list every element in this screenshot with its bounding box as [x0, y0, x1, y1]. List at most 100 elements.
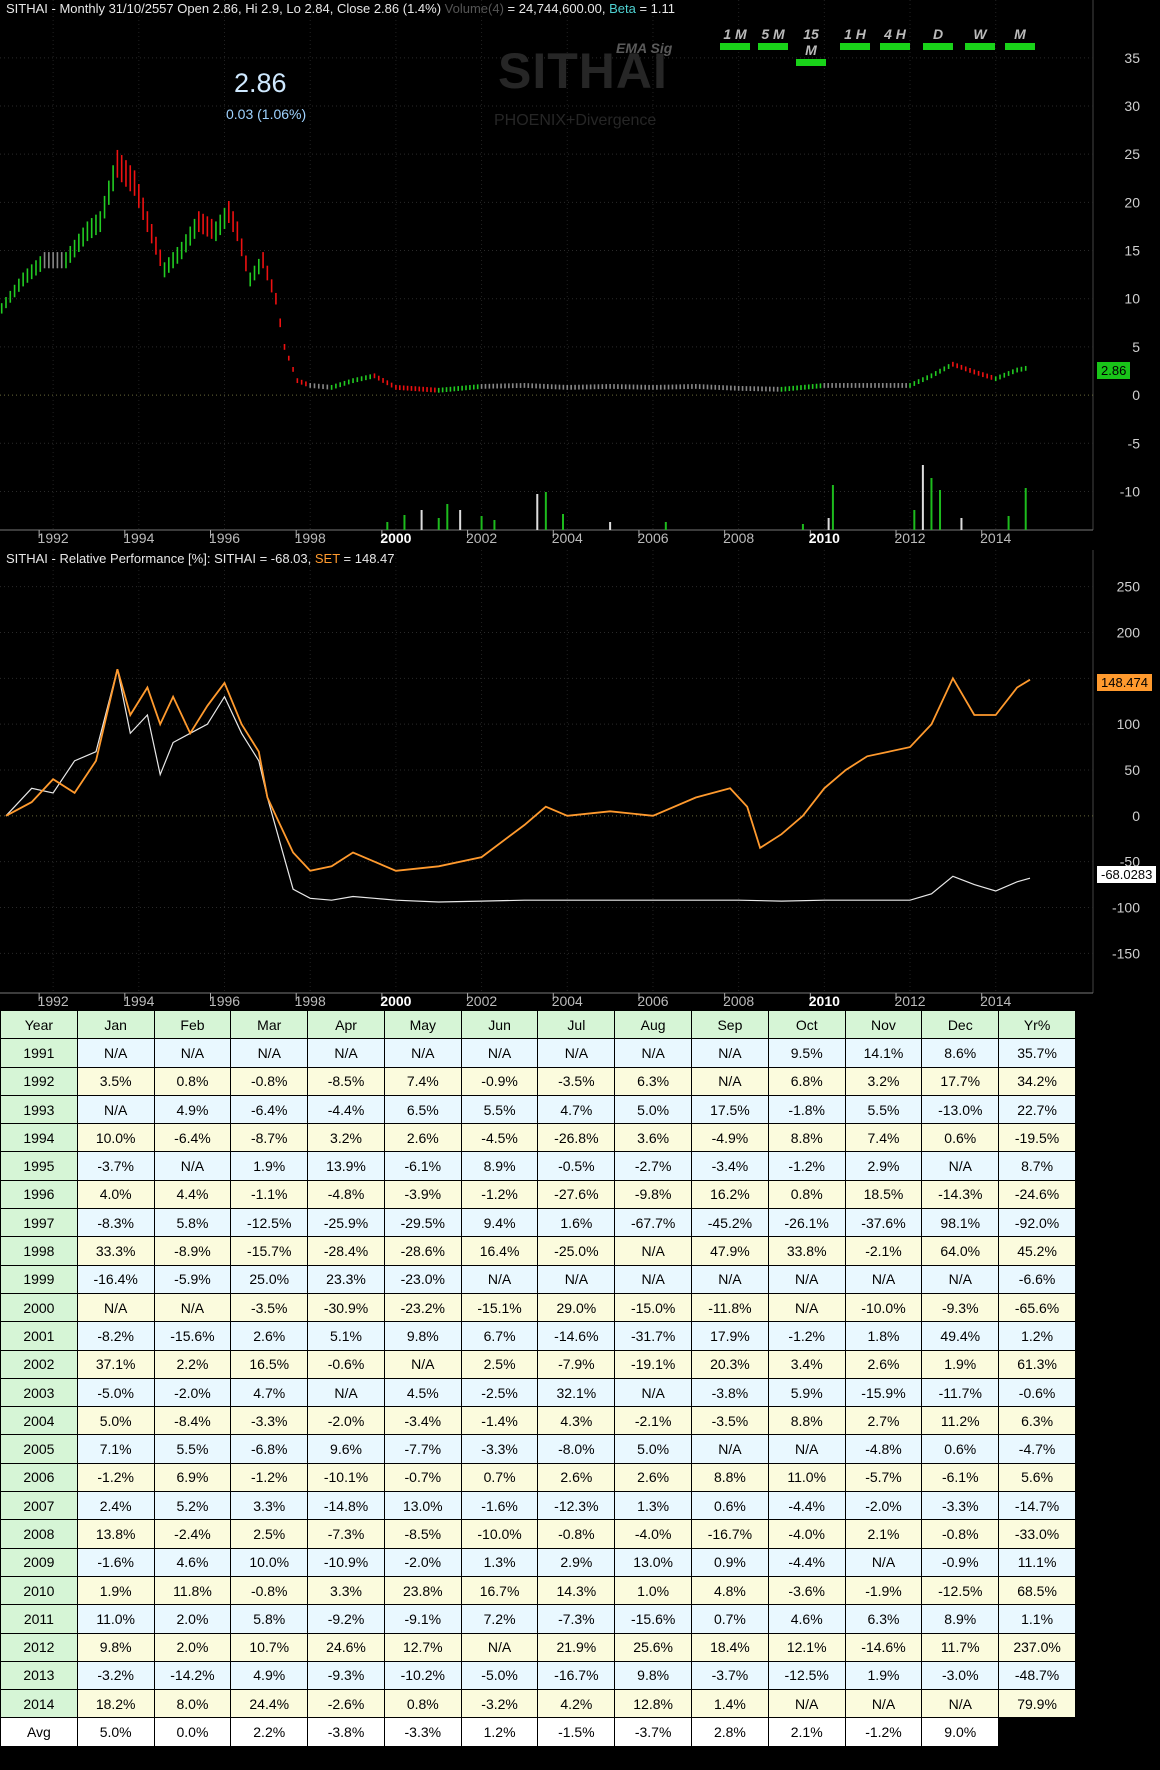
return-cell: -28.6%: [383, 1236, 462, 1266]
timeframe-signal-bar: [1005, 43, 1035, 50]
table-row: 2007 2.4% 5.2% 3.3% -14.8% 13.0% -1.6% -12.3% 1.…: [0, 1491, 1076, 1521]
return-cell: -27.6%: [537, 1179, 616, 1210]
return-cell: 7.2%: [460, 1604, 539, 1634]
return-cell: 8.9%: [460, 1151, 539, 1181]
return-cell: -15.7%: [230, 1236, 309, 1266]
column-header: Apr: [307, 1009, 385, 1040]
return-cell: 3.2%: [307, 1123, 385, 1153]
return-cell: 2.9%: [844, 1151, 923, 1181]
return-cell: -10.0%: [460, 1519, 539, 1549]
table-row: 1994 10.0% -6.4% -8.7% 3.2% 2.6% -4.5% -26.8% 3.…: [0, 1123, 1076, 1153]
return-cell: 0.9%: [691, 1547, 769, 1577]
timeframe-1h[interactable]: 1 H: [840, 26, 870, 50]
return-cell: -2.4%: [153, 1519, 232, 1549]
timeframe-1m[interactable]: 1 M: [720, 26, 750, 50]
year-cell: 2007: [0, 1491, 78, 1521]
return-cell: 9.8%: [76, 1632, 155, 1662]
avg-cell: -3.3%: [383, 1717, 462, 1747]
return-cell: -6.1%: [921, 1462, 1000, 1493]
x-tick-label: 1994: [123, 530, 154, 546]
return-cell: 4.0%: [76, 1179, 155, 1210]
return-cell: N/A: [537, 1264, 616, 1294]
x-tick-label: 2006: [637, 530, 668, 546]
return-cell: -15.6%: [153, 1321, 232, 1351]
year-cell: 2009: [0, 1547, 78, 1577]
year-cell: 2008: [0, 1519, 78, 1549]
return-cell: -0.6%: [998, 1377, 1076, 1408]
return-cell: 18.4%: [691, 1632, 769, 1662]
return-cell: -8.0%: [537, 1434, 616, 1464]
timeframe-d[interactable]: D: [923, 26, 953, 50]
return-cell: N/A: [921, 1264, 1000, 1294]
return-cell: 4.3%: [537, 1406, 616, 1436]
return-cell: N/A: [307, 1377, 385, 1408]
return-cell: 5.2%: [153, 1491, 232, 1521]
return-cell: 12.1%: [767, 1632, 846, 1662]
return-cell: -6.1%: [383, 1151, 462, 1181]
return-cell: -14.2%: [153, 1660, 232, 1691]
return-cell: -5.9%: [153, 1264, 232, 1294]
return-cell: N/A: [76, 1038, 155, 1068]
return-cell: N/A: [614, 1236, 693, 1266]
timeframe-label: D: [932, 26, 944, 42]
return-cell: 5.5%: [460, 1094, 539, 1125]
return-cell: -4.8%: [307, 1179, 385, 1210]
return-cell: N/A: [537, 1038, 616, 1068]
table-row: 2002 37.1% 2.2% 16.5% -0.6% N/A 2.5% -7.9% -19.1…: [0, 1349, 1076, 1379]
return-cell: 2.6%: [537, 1462, 616, 1493]
return-cell: -14.3%: [921, 1179, 1000, 1210]
return-cell: 8.0%: [153, 1689, 232, 1719]
return-cell: -7.3%: [537, 1604, 616, 1634]
return-cell: 45.2%: [998, 1236, 1076, 1266]
return-cell: 18.5%: [844, 1179, 923, 1210]
return-cell: 5.8%: [153, 1208, 232, 1238]
return-cell: 4.9%: [153, 1094, 232, 1125]
return-cell: N/A: [767, 1264, 846, 1294]
return-cell: 4.7%: [230, 1377, 309, 1408]
table-row: 2006 -1.2% 6.9% -1.2% -10.1% -0.7% 0.7% 2.6% 2.6…: [0, 1462, 1076, 1493]
return-cell: 23.3%: [307, 1264, 385, 1294]
return-cell: 5.1%: [307, 1321, 385, 1351]
return-cell: -0.8%: [921, 1519, 1000, 1549]
timeframe-15m[interactable]: 15 M: [796, 26, 826, 66]
return-cell: 6.7%: [460, 1321, 539, 1351]
y-tick-label: 50: [1124, 762, 1140, 778]
return-cell: 2.6%: [230, 1321, 309, 1351]
return-cell: -4.4%: [767, 1491, 846, 1521]
column-header: Year: [0, 1009, 78, 1040]
return-cell: -31.7%: [614, 1321, 693, 1351]
return-cell: N/A: [383, 1038, 462, 1068]
return-cell: -0.8%: [230, 1575, 309, 1606]
set-last-tag: 148.474: [1097, 674, 1152, 691]
x-tick-label: 1996: [209, 993, 240, 1009]
x-tick-label: 2008: [723, 530, 754, 546]
return-cell: 37.1%: [76, 1349, 155, 1379]
year-cell: 2001: [0, 1321, 78, 1351]
avg-cell: 2.2%: [230, 1717, 309, 1747]
timeframe-label: W: [973, 26, 987, 42]
table-row: 1998 33.3% -8.9% -15.7% -28.4% -28.6% 16.4% -25…: [0, 1236, 1076, 1266]
return-cell: 3.4%: [767, 1349, 846, 1379]
timeframe-m[interactable]: M: [1005, 26, 1035, 50]
return-cell: 14.3%: [537, 1575, 616, 1606]
return-cell: -16.7%: [537, 1660, 616, 1691]
return-cell: 3.3%: [230, 1491, 309, 1521]
return-cell: N/A: [691, 1264, 769, 1294]
timeframe-4h[interactable]: 4 H: [880, 26, 910, 50]
return-cell: -1.2%: [230, 1462, 309, 1493]
avg-cell: 9.0%: [921, 1717, 1000, 1747]
timeframe-5m[interactable]: 5 M: [758, 26, 788, 50]
return-cell: N/A: [76, 1292, 155, 1323]
return-cell: 24.4%: [230, 1689, 309, 1719]
timeframe-label: 1 H: [844, 26, 866, 42]
return-cell: -0.8%: [230, 1066, 309, 1096]
y-tick-label: -5: [1128, 435, 1141, 451]
timeframe-signal-bar: [965, 43, 995, 50]
return-cell: 2.9%: [537, 1547, 616, 1577]
return-cell: -23.2%: [383, 1292, 462, 1323]
relative-performance-chart[interactable]: 250200150100500-50-100-15019921994199619…: [0, 550, 1160, 1010]
column-header: Dec: [921, 1009, 1000, 1040]
table-row: 2009 -1.6% 4.6% 10.0% -10.9% -2.0% 1.3% 2.9% 13.…: [0, 1547, 1076, 1577]
average-row: Avg 5.0% 0.0% 2.2% -3.8% -3.3% 1.2% -1.5% -3.7% 2…: [0, 1717, 1076, 1747]
timeframe-w[interactable]: W: [965, 26, 995, 50]
